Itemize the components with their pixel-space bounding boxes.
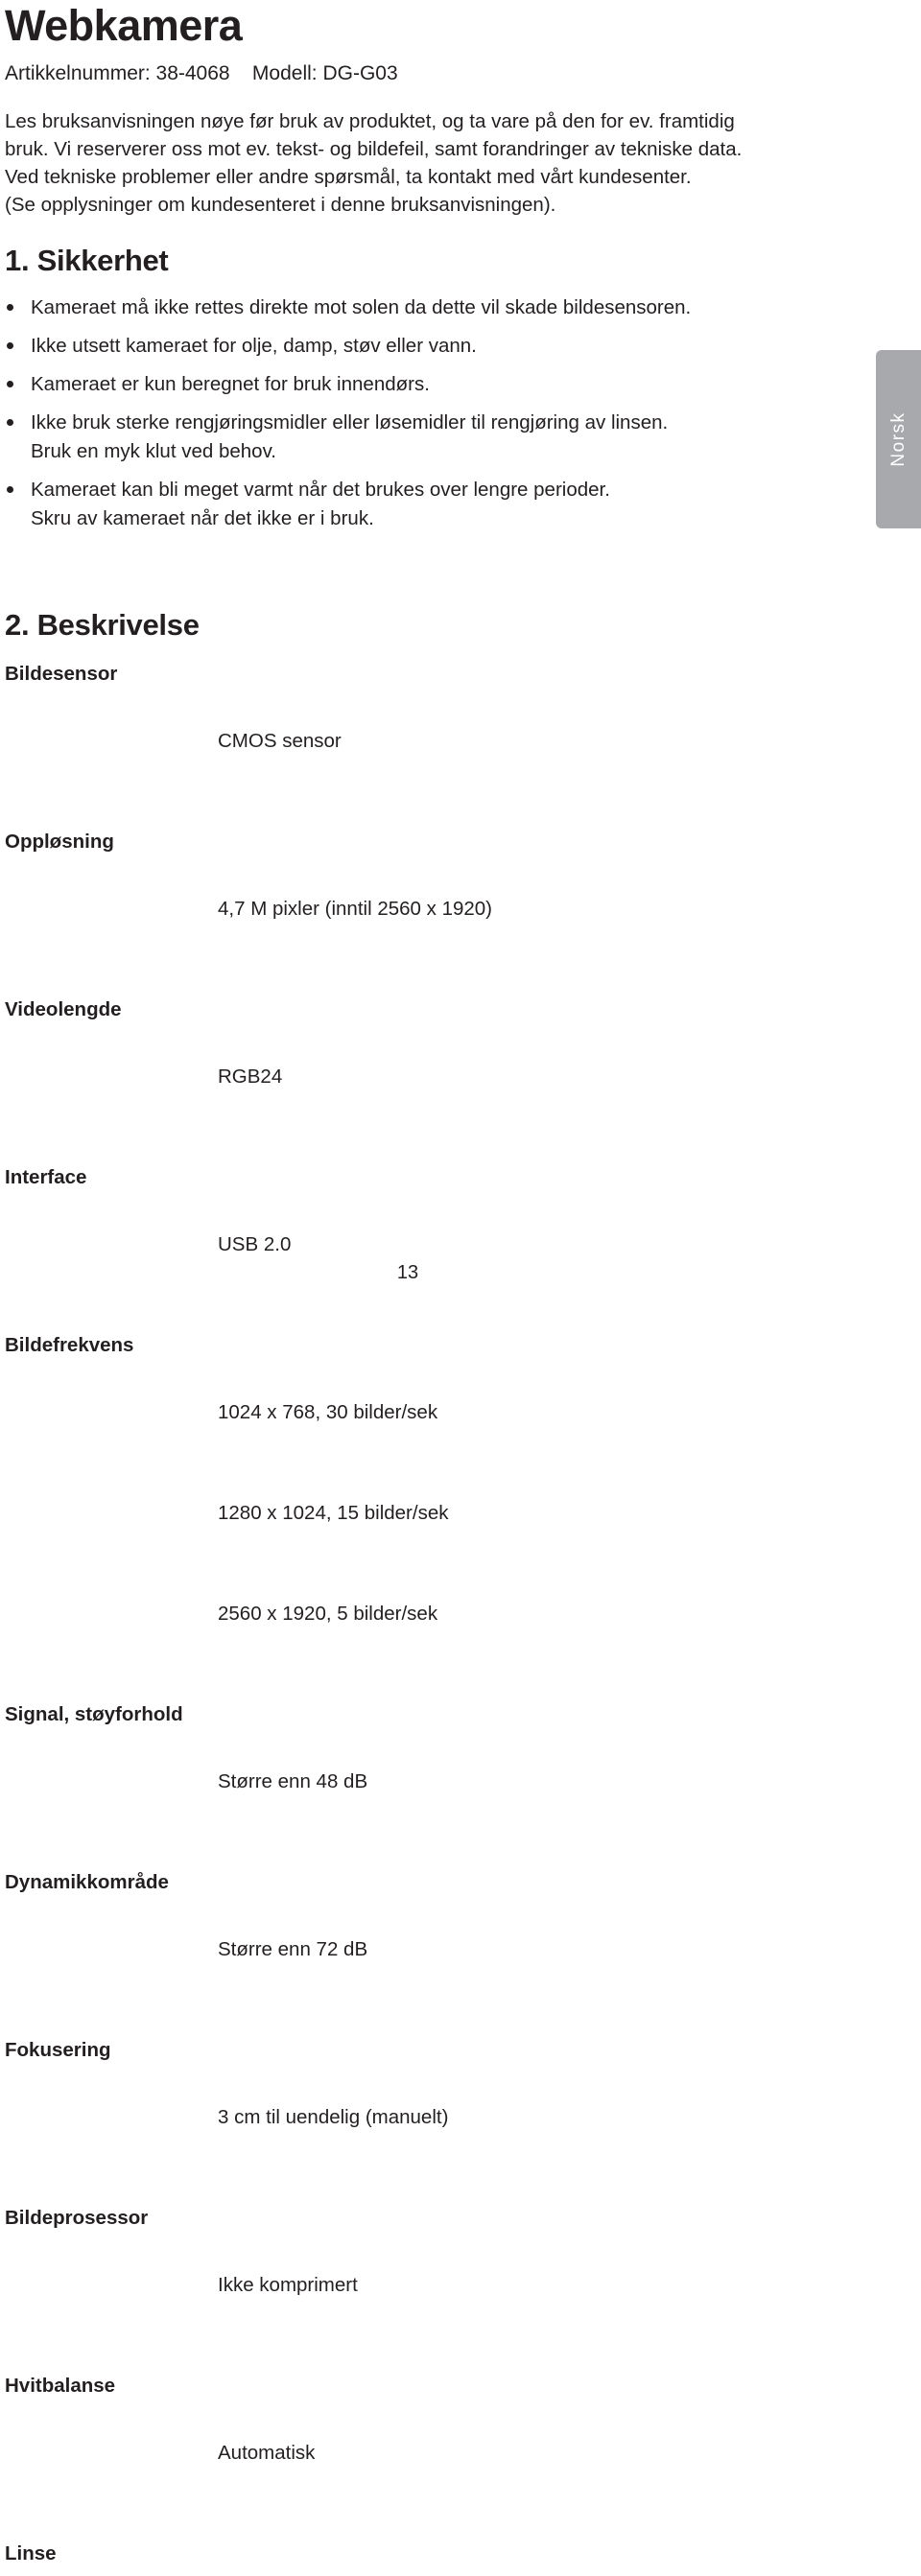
spec-label: Signal, støyforhold [5, 1703, 183, 1726]
table-row: Bildesensor CMOS sensor [5, 657, 560, 825]
spec-value-line: Større enn 48 dB [218, 1770, 368, 1793]
bullet-line: Bruk en myk klut ved behov. [31, 440, 276, 463]
table-row: Linse Glass (5 stk.) [5, 2537, 560, 2576]
section-heading-safety: 1. Sikkerhet [5, 244, 169, 278]
bullet-line: Kameraet kan bli meget varmt når det bru… [31, 479, 610, 502]
spec-value-line: RGB24 [218, 1066, 283, 1089]
table-row: Bildeprosessor Ikke komprimert [5, 2201, 560, 2369]
page-title: Webkamera [5, 1, 243, 50]
language-tab-label: Norsk [887, 411, 909, 467]
intro-line-3: Ved tekniske problemer eller andre spørs… [5, 166, 692, 189]
intro-line-2: bruk. Vi reserverer oss mot ev. tekst- o… [5, 138, 743, 161]
bullet-line: Kameraet må ikke rettes direkte mot sole… [31, 296, 692, 319]
spec-value: 1024 x 768, 30 bilder/sek 1280 x 1024, 1… [218, 1328, 560, 1698]
spec-table-wrapper: Bildesensor CMOS sensor Oppløsning 4,7 M… [5, 640, 921, 2576]
intro-paragraph: Les bruksanvisningen nøye før bruk av pr… [5, 84, 809, 219]
table-row: Bildefrekvens 1024 x 768, 30 bilder/sek … [5, 1328, 560, 1698]
bullet-dot-icon [7, 486, 13, 494]
spec-label: Oppløsning [5, 831, 114, 854]
spec-value: Glass (5 stk.) [218, 2537, 560, 2576]
spec-label: Bildesensor [5, 663, 118, 686]
spec-label: Fokusering [5, 2039, 111, 2062]
safety-bullet-list: Kameraet må ikke rettes direkte mot sole… [5, 275, 921, 533]
list-item: Ikke utsett kameraet for olje, damp, stø… [5, 332, 921, 361]
document-page: Webkamera Artikkelnummer: 38-4068 Modell… [0, 0, 921, 2564]
spec-label: Linse [5, 2542, 57, 2565]
table-row: Hvitbalanse Automatisk [5, 2369, 560, 2537]
list-item: Kameraet er kun beregnet for bruk innend… [5, 370, 921, 399]
section-heading-description: 2. Beskrivelse [5, 608, 200, 643]
spec-value: Ikke komprimert [218, 2201, 560, 2369]
list-item: Kameraet må ikke rettes direkte mot sole… [5, 293, 921, 322]
spec-value-line: USB 2.0 [218, 1233, 292, 1256]
spec-label: Bildefrekvens [5, 1334, 134, 1357]
table-row: Oppløsning 4,7 M pixler (inntil 2560 x 1… [5, 825, 560, 993]
spec-label: Interface [5, 1166, 87, 1189]
spec-value-line: CMOS sensor [218, 730, 342, 753]
spec-value-line: 4,7 M pixler (inntil 2560 x 1920) [218, 898, 493, 921]
table-row: Fokusering 3 cm til uendelig (manuelt) [5, 2033, 560, 2201]
spec-value: Større enn 48 dB [218, 1698, 560, 1865]
spec-value-line: Automatisk [218, 2442, 316, 2465]
list-item: Kameraet kan bli meget varmt når det bru… [5, 476, 921, 533]
spec-value-line: Ikke komprimert [218, 2274, 358, 2297]
spec-value-line: Større enn 72 dB [218, 1938, 368, 1961]
bullet-dot-icon [7, 419, 13, 427]
spec-value: USB 2.0 [218, 1160, 560, 1328]
spec-value-line: 1024 x 768, 30 bilder/sek [218, 1401, 438, 1424]
bullet-dot-icon [7, 304, 13, 312]
description-section: 2. Beskrivelse Bildesensor CMOS sensor O… [5, 543, 921, 2576]
bullet-line: Ikke bruk sterke rengjøringsmidler eller… [31, 411, 669, 434]
page-number: 13 [396, 1262, 419, 1283]
spec-label: Dynamikkområde [5, 1871, 169, 1894]
table-row: Interface USB 2.0 [5, 1160, 560, 1328]
spec-label: Videolengde [5, 998, 122, 1021]
table-row: Videolengde RGB24 [5, 993, 560, 1160]
table-row: Signal, støyforhold Større enn 48 dB [5, 1698, 560, 1865]
bullet-dot-icon [7, 342, 13, 350]
bullet-dot-icon [7, 381, 13, 388]
specification-table: Bildesensor CMOS sensor Oppløsning 4,7 M… [5, 657, 560, 2576]
intro-line-4: (Se opplysninger om kundesenteret i denn… [5, 194, 556, 217]
article-number-line: Artikkelnummer: 38-4068 Modell: DG-G03 [5, 62, 398, 84]
spec-label: Hvitbalanse [5, 2375, 116, 2398]
list-item: Ikke bruk sterke rengjøringsmidler eller… [5, 409, 921, 466]
spec-value: CMOS sensor [218, 657, 560, 825]
spec-value: Større enn 72 dB [218, 1865, 560, 2033]
spec-value-line: 1280 x 1024, 15 bilder/sek [218, 1502, 449, 1525]
spec-value: RGB24 [218, 993, 560, 1160]
spec-value-line: 3 cm til uendelig (manuelt) [218, 2106, 449, 2129]
intro-line-1: Les bruksanvisningen nøye før bruk av pr… [5, 110, 735, 133]
spec-value-line: 2560 x 1920, 5 bilder/sek [218, 1603, 438, 1626]
spec-value: 4,7 M pixler (inntil 2560 x 1920) [218, 825, 560, 993]
bullet-line: Ikke utsett kameraet for olje, damp, stø… [31, 335, 477, 358]
spec-value: Automatisk [218, 2369, 560, 2537]
spec-value: 3 cm til uendelig (manuelt) [218, 2033, 560, 2201]
table-row: Dynamikkområde Større enn 72 dB [5, 1865, 560, 2033]
bullet-line: Skru av kameraet når det ikke er i bruk. [31, 507, 374, 530]
spec-label: Bildeprosessor [5, 2207, 149, 2230]
language-side-tab: Norsk [876, 350, 921, 528]
bullet-line: Kameraet er kun beregnet for bruk innend… [31, 373, 430, 396]
